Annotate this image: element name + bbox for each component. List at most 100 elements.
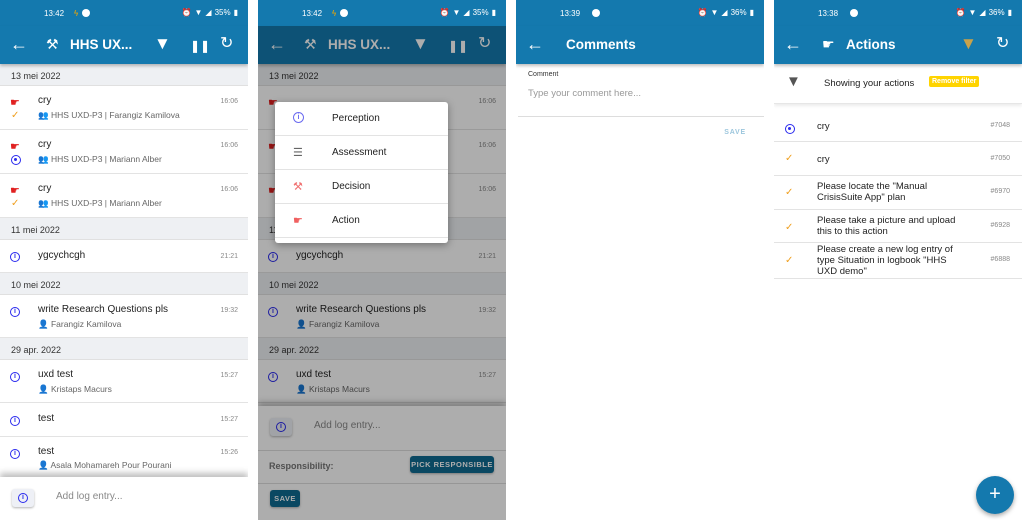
entry-title: ygcychcgh xyxy=(38,250,86,261)
log-entry[interactable]: i ygcychcgh 21:21 xyxy=(0,240,248,273)
page-title: Actions xyxy=(846,37,896,52)
battery-icon: ▮ xyxy=(1007,8,1012,17)
save-button[interactable]: SAVE xyxy=(724,129,746,136)
entry-type-button[interactable]: i xyxy=(12,489,34,507)
action-thumb-icon: ☛ xyxy=(10,97,20,109)
wifi-icon: ▼ xyxy=(452,8,461,17)
pause-icon[interactable]: ❚❚ xyxy=(190,37,210,55)
status-bar: 13:42 ϟ ⏰ ▼ ◢ 35% ▮ xyxy=(0,0,248,26)
in-progress-icon xyxy=(11,155,21,165)
group-icon: 👥 xyxy=(38,110,51,120)
action-thumb-icon: ☛ xyxy=(10,185,20,197)
battery-level: 36% xyxy=(730,8,747,17)
comment-input[interactable]: Type your comment here... xyxy=(528,88,752,99)
action-item[interactable]: ✓ Please locate the "Manual CrisisSuite … xyxy=(774,176,1022,210)
action-text: cry xyxy=(817,154,830,165)
action-text: Please take a picture and upload this to… xyxy=(817,215,956,237)
menu-item-action[interactable]: ☛ Action xyxy=(275,204,448,238)
remove-filter-button[interactable]: Remove filter xyxy=(929,76,980,87)
messenger-icon xyxy=(850,9,859,17)
check-icon: ✓ xyxy=(785,153,794,164)
filter-text: Showing your actions xyxy=(824,78,915,89)
check-icon: ✓ xyxy=(785,222,794,233)
signal-icon: ◢ xyxy=(721,8,728,17)
log-entry[interactable]: i test 15:27 xyxy=(0,403,248,437)
check-icon: ✓ xyxy=(785,187,794,198)
entry-subtitle: 👤 Asala Mohamareh Pour Pourani xyxy=(38,460,172,470)
menu-item-decision[interactable]: ⚒ Decision xyxy=(275,170,448,204)
signal-icon: ◢ xyxy=(979,8,986,17)
action-text: cry xyxy=(817,121,830,132)
status-icons: ⏰ ▼ ◢ 36% ▮ xyxy=(956,8,1012,17)
modal-backdrop[interactable] xyxy=(258,26,506,520)
back-arrow-icon[interactable]: ← xyxy=(10,34,28,54)
battery-level: 35% xyxy=(472,8,489,17)
status-icons: ⏰ ▼ ◢ 36% ▮ xyxy=(698,8,754,17)
action-id: #6970 xyxy=(990,188,1010,195)
add-action-button[interactable]: + xyxy=(976,476,1014,514)
action-id: #7048 xyxy=(990,122,1010,129)
entry-time: 21:21 xyxy=(220,253,238,260)
gavel-icon: ⚒ xyxy=(46,36,59,52)
log-entry[interactable]: i uxd test 👤 Kristaps Macurs 15:27 xyxy=(0,360,248,403)
info-icon: i xyxy=(10,252,20,262)
refresh-icon[interactable]: ↻ xyxy=(996,35,1009,53)
gavel-icon: ⚒ xyxy=(293,181,303,193)
date-header: 11 mei 2022 xyxy=(0,218,248,240)
action-item[interactable]: cry #7048 xyxy=(774,110,1022,142)
info-icon: i xyxy=(10,372,20,382)
entry-subtitle: 👥 HHS UXD-P3 | Mariann Alber xyxy=(38,154,162,164)
info-icon: i xyxy=(10,416,20,426)
menu-item-perception[interactable]: i Perception xyxy=(275,102,448,136)
signal-icon: ◢ xyxy=(205,8,212,17)
app-bar: ← ⚒ HHS UX... ▼ ❚❚ ↻ xyxy=(0,26,248,64)
messenger-icon xyxy=(592,9,601,17)
logbook-screen: 13:42 ϟ ⏰ ▼ ◢ 35% ▮ ← ⚒ HHS UX... ▼ ❚❚ ↻… xyxy=(0,0,248,520)
action-item[interactable]: ✓ Please create a new log entry of type … xyxy=(774,243,1022,279)
wifi-icon: ▼ xyxy=(968,8,977,17)
log-entry[interactable]: ☛ cry 👥 HHS UXD-P3 | Mariann Alber 16:06 xyxy=(0,130,248,174)
status-time: 13:42 xyxy=(302,8,323,18)
filter-icon[interactable]: ▼ xyxy=(960,35,977,53)
action-item[interactable]: ✓ Please take a picture and upload this … xyxy=(774,210,1022,243)
actions-screen: 13:38 ⏰ ▼ ◢ 36% ▮ ← ☛ Actions ▼ ↻ ▼ Show… xyxy=(774,0,1022,520)
action-id: #6928 xyxy=(990,222,1010,229)
log-entry[interactable]: i write Research Questions pls 👤 Farangi… xyxy=(0,295,248,338)
status-time: 13:38 xyxy=(818,8,839,18)
info-icon: i xyxy=(10,449,20,459)
back-arrow-icon[interactable]: ← xyxy=(526,34,544,54)
filter-icon: ▼ xyxy=(786,73,801,90)
entry-subtitle: 👥 HHS UXD-P3 | Mariann Alber xyxy=(38,198,162,208)
action-item[interactable]: ✓ cry #7050 xyxy=(774,142,1022,176)
date-header: 13 mei 2022 xyxy=(0,64,248,86)
entry-title: uxd test xyxy=(38,369,74,380)
in-progress-icon xyxy=(785,124,795,134)
action-id: #6888 xyxy=(990,256,1010,263)
person-icon: 👤 xyxy=(38,384,51,394)
entry-time: 19:32 xyxy=(220,307,238,314)
signal-icon: ◢ xyxy=(463,8,470,17)
comments-screen: 13:39 ⏰ ▼ ◢ 36% ▮ ← Comments Comment Typ… xyxy=(516,0,764,520)
alarm-icon: ⏰ xyxy=(955,8,966,17)
filter-bar: ▼ Showing your actions Remove filter xyxy=(774,64,1022,104)
entry-type-menu-screen: 13:42 ϟ ⏰ ▼ ◢ 35% ▮ ← ⚒ HHS UX... ▼ ❚❚ ↻… xyxy=(258,0,506,520)
add-entry-bar: i Add log entry... xyxy=(0,477,248,520)
log-entry[interactable]: ☛ ✓ cry 👥 HHS UXD-P3 | Mariann Alber 16:… xyxy=(0,174,248,218)
back-arrow-icon[interactable]: ← xyxy=(784,34,802,54)
entry-subtitle: 👤 Kristaps Macurs xyxy=(38,384,112,394)
info-icon: i xyxy=(18,493,28,503)
log-entry[interactable]: i test 👤 Asala Mohamareh Pour Pourani 15… xyxy=(0,437,248,480)
status-bar: 13:42 ϟ ⏰ ▼ ◢ 35% ▮ xyxy=(258,0,506,26)
menu-item-assessment[interactable]: ☰ Assessment xyxy=(275,136,448,170)
messenger-icon xyxy=(82,9,91,17)
entry-title: test xyxy=(38,446,55,457)
app-bar: ← Comments xyxy=(516,26,764,64)
status-time: 13:39 xyxy=(560,8,581,18)
info-icon: i xyxy=(10,307,20,317)
refresh-icon[interactable]: ↻ xyxy=(220,35,233,53)
entry-time: 16:06 xyxy=(220,142,238,149)
log-entry[interactable]: ☛ ✓ cry 👥 HHS UXD-P3 | Farangiz Kamilova… xyxy=(0,86,248,130)
add-entry-input[interactable]: Add log entry... xyxy=(56,491,123,502)
filter-icon[interactable]: ▼ xyxy=(154,35,171,53)
battery-icon: ▮ xyxy=(749,8,754,17)
